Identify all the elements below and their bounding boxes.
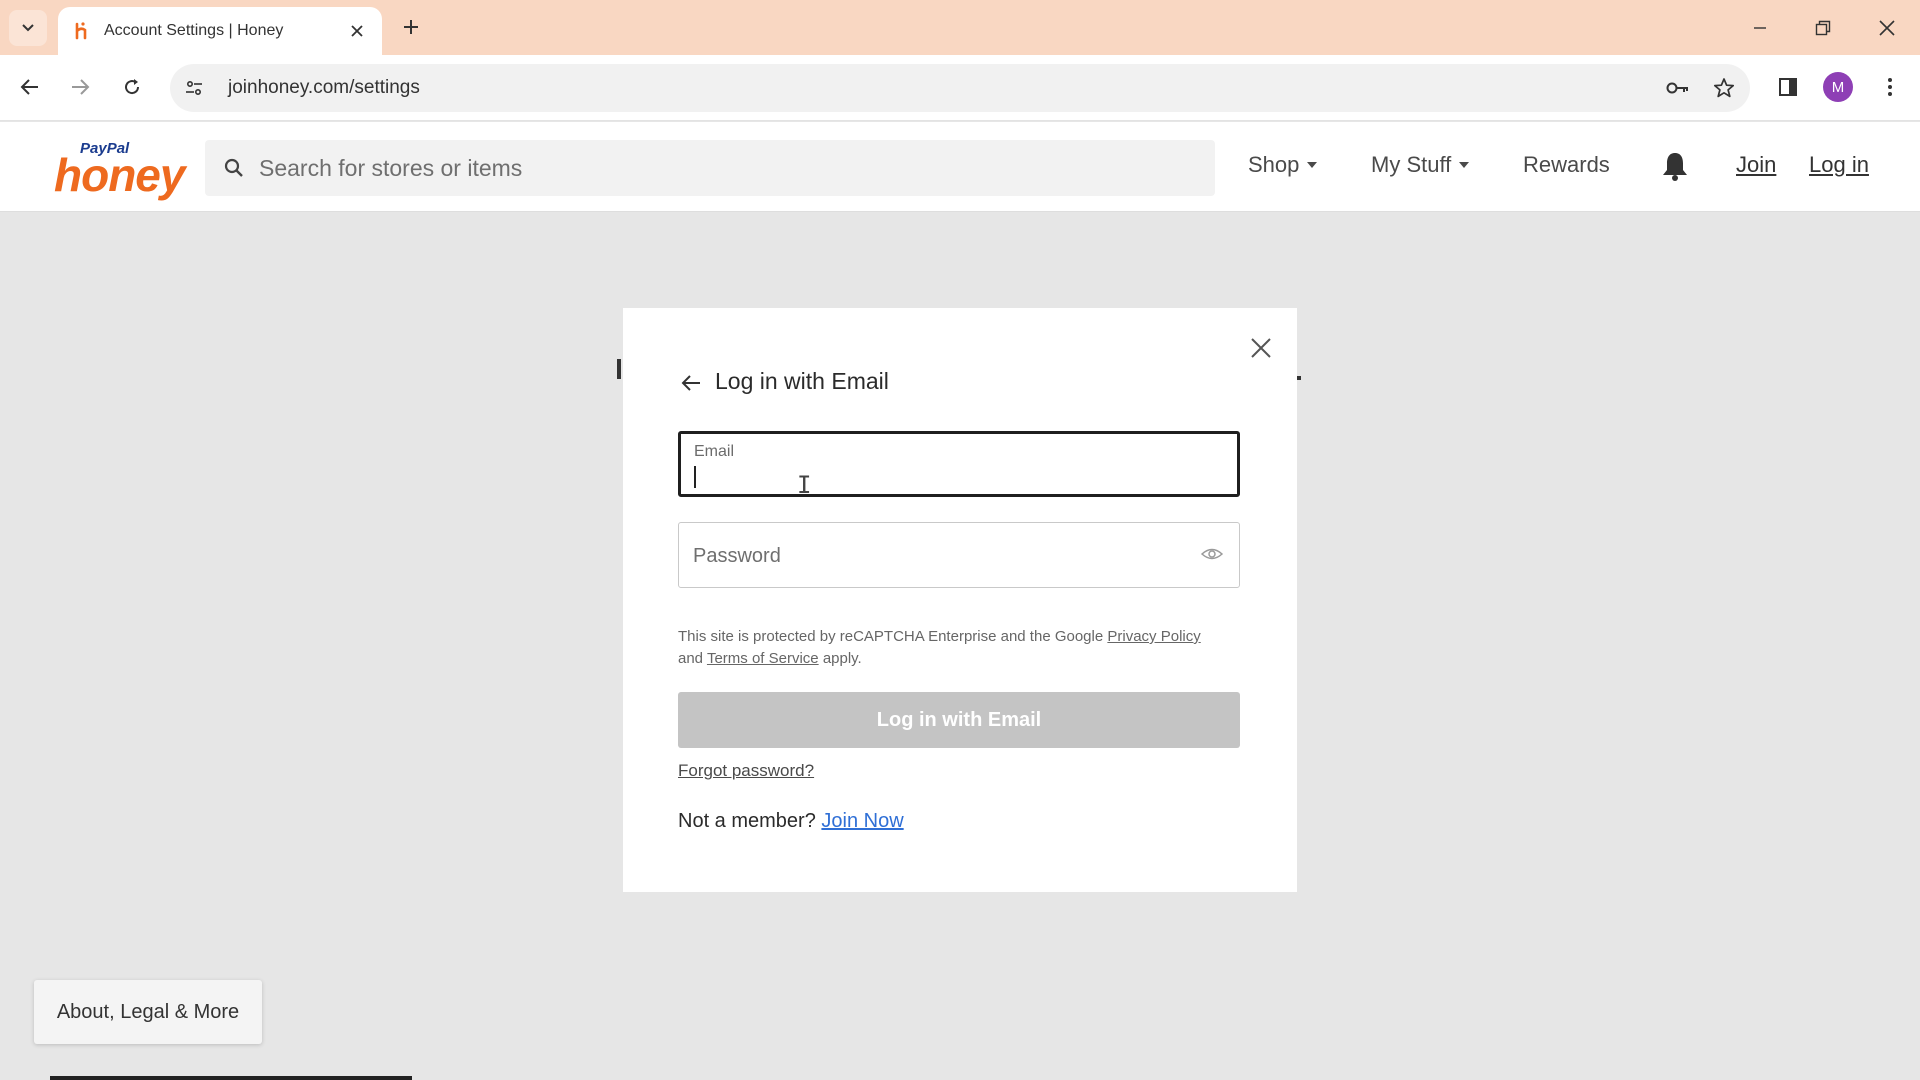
- side-panel-button[interactable]: [1770, 69, 1806, 105]
- about-legal-button[interactable]: About, Legal & More: [34, 980, 262, 1044]
- profile-button[interactable]: M: [1820, 69, 1856, 105]
- email-label: Email: [694, 443, 735, 460]
- key-icon[interactable]: [1658, 68, 1698, 108]
- close-icon: [1251, 338, 1271, 358]
- ibeam-cursor-icon: I: [797, 471, 812, 499]
- search-input[interactable]: [259, 154, 1215, 182]
- close-window-button[interactable]: [1867, 10, 1907, 46]
- signup-prompt: Not a member? Join Now: [678, 810, 904, 833]
- browser-toolbar: joinhoney.com/settings M: [0, 55, 1920, 121]
- nav-shop[interactable]: Shop: [1248, 152, 1318, 178]
- nav-shop-label: Shop: [1248, 152, 1300, 177]
- back-button[interactable]: [12, 69, 48, 105]
- forward-button[interactable]: [62, 69, 98, 105]
- password-placeholder: Password: [693, 545, 781, 567]
- nav-rewards[interactable]: Rewards: [1523, 152, 1610, 178]
- site-header: PayPal honey Shop My Stuff Rewards Join …: [0, 122, 1920, 212]
- minimize-icon: [1754, 27, 1766, 29]
- terms-of-service-link[interactable]: Terms of Service: [707, 650, 819, 667]
- logo-honey-text: honey: [54, 149, 185, 201]
- restore-icon: [1815, 20, 1831, 36]
- new-tab-button[interactable]: [396, 12, 426, 42]
- restore-button[interactable]: [1803, 10, 1843, 46]
- arrow-left-icon: [681, 375, 700, 391]
- modal-close-button[interactable]: [1243, 330, 1279, 366]
- reload-button[interactable]: [114, 69, 150, 105]
- recaptcha-apply: apply.: [822, 650, 862, 667]
- email-field[interactable]: Email I: [678, 431, 1240, 499]
- join-now-link[interactable]: Join Now: [821, 810, 903, 832]
- minimize-button[interactable]: [1740, 10, 1780, 46]
- text-cursor: [694, 466, 696, 488]
- tab-title: Account Settings | Honey: [104, 22, 284, 39]
- login-modal: Log in with Email Email I Password This …: [623, 308, 1297, 892]
- browser-tab-bar: Account Settings | Honey: [0, 0, 1920, 55]
- caret-down-icon: [1307, 162, 1318, 168]
- close-icon: [1879, 20, 1895, 36]
- modal-back-button[interactable]: [678, 370, 704, 396]
- login-submit-button[interactable]: Log in with Email: [678, 692, 1240, 748]
- nav-my-stuff-label: My Stuff: [1371, 152, 1452, 177]
- address-bar[interactable]: joinhoney.com/settings: [170, 64, 1750, 112]
- privacy-policy-link[interactable]: Privacy Policy: [1107, 628, 1200, 645]
- url-text[interactable]: joinhoney.com/settings: [228, 77, 1658, 99]
- site-search[interactable]: [205, 140, 1215, 196]
- chevron-down-icon: [22, 24, 34, 32]
- more-vertical-icon: [1888, 78, 1892, 96]
- forgot-password-link[interactable]: Forgot password?: [678, 761, 814, 781]
- background-text-fragment: [1297, 376, 1301, 380]
- eye-icon[interactable]: [1201, 545, 1223, 563]
- avatar: M: [1823, 72, 1853, 102]
- reload-icon: [125, 79, 140, 95]
- bell-icon[interactable]: [1660, 150, 1690, 182]
- side-panel-icon: [1779, 78, 1797, 96]
- recaptcha-and: and: [678, 650, 704, 667]
- search-icon: [209, 157, 259, 179]
- join-link[interactable]: Join: [1736, 152, 1776, 178]
- honey-logo[interactable]: PayPal honey: [52, 140, 185, 201]
- browser-menu-button[interactable]: [1872, 69, 1908, 105]
- plus-icon: [404, 20, 418, 34]
- arrow-right-icon: [72, 79, 90, 95]
- browser-tab-active[interactable]: Account Settings | Honey: [58, 7, 382, 55]
- bottom-divider: [50, 1076, 412, 1080]
- login-link[interactable]: Log in: [1809, 152, 1869, 178]
- tab-close-icon[interactable]: [346, 20, 368, 42]
- tab-search-button[interactable]: [9, 10, 47, 46]
- recaptcha-notice: This site is protected by reCAPTCHA Ente…: [678, 626, 1248, 670]
- arrow-left-icon: [20, 79, 38, 95]
- nav-my-stuff[interactable]: My Stuff: [1371, 152, 1470, 178]
- background-text-fragment: [617, 359, 621, 379]
- recaptcha-text: This site is protected by reCAPTCHA Ente…: [678, 628, 1104, 645]
- caret-down-icon: [1459, 162, 1470, 168]
- star-icon[interactable]: [1704, 68, 1744, 108]
- not-member-text: Not a member?: [678, 810, 816, 832]
- password-field[interactable]: Password: [678, 522, 1240, 588]
- nav-rewards-label: Rewards: [1523, 152, 1610, 177]
- site-settings-icon[interactable]: [172, 66, 216, 110]
- honey-favicon-icon: [75, 22, 87, 40]
- modal-title: Log in with Email: [715, 368, 889, 394]
